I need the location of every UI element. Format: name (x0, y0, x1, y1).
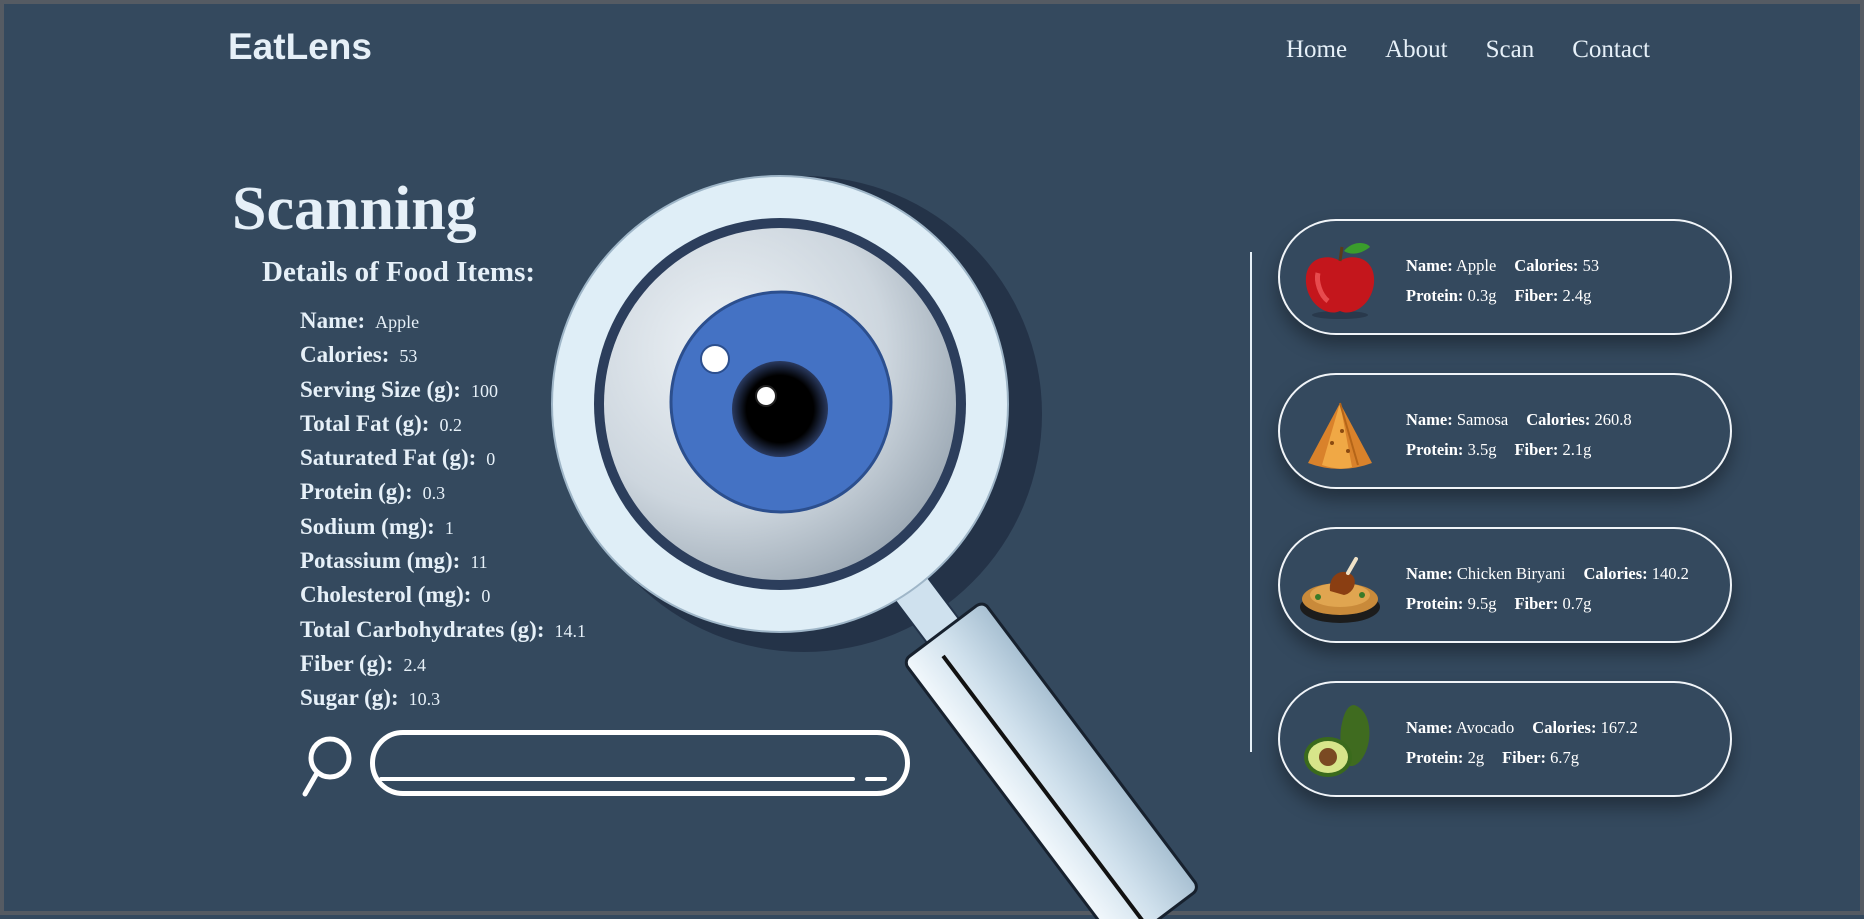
protein-label: Protein: (1406, 594, 1464, 613)
card-name-value: Chicken Biryani (1456, 564, 1566, 583)
detail-label: Name: (300, 308, 366, 333)
nav-scan-link[interactable]: Scan (1486, 36, 1535, 64)
protein-label: Protein: (1406, 286, 1464, 305)
calories-label: Calories: (1532, 718, 1597, 737)
detail-value: 0 (486, 449, 496, 470)
food-card-info: Name: Apple Calories: 53 Protein: 0.3g Fib… (1406, 251, 1599, 311)
apple-icon (1305, 243, 1375, 319)
detail-value: Apple (375, 312, 420, 332)
detail-label: Potassium (mg): (300, 548, 461, 574)
food-card-samosa[interactable]: Name: Samosa Calories: 260.8 Protein: 3.5… (1278, 373, 1732, 489)
calories-label: Calories: (1514, 256, 1579, 275)
page-title: Scanning (232, 175, 477, 243)
detail-label: Protein (g): (300, 479, 413, 505)
name-label: Name: (1406, 718, 1453, 737)
calories-label: Calories: (1583, 564, 1648, 583)
detail-label: Calories: (300, 342, 390, 368)
detail-value: 0.3 (422, 483, 446, 504)
fiber-label: Fiber: (1502, 748, 1547, 767)
calories-label: Calories: (1526, 410, 1591, 429)
card-fiber-value: 2.1g (1562, 440, 1592, 459)
protein-label: Protein: (1406, 748, 1464, 767)
section-subtitle: Details of Food Items: (262, 256, 536, 288)
food-card-info: Name: Samosa Calories: 260.8 Protein: 3.5… (1406, 405, 1632, 465)
card-name-value: Samosa (1456, 410, 1509, 429)
detail-label: Total Carbohydrates (g): (300, 616, 545, 642)
main-nav: Home About Scan Contact (1286, 36, 1650, 64)
avocado-icon (1304, 705, 1370, 777)
detail-value: 2.4 (403, 654, 426, 675)
card-protein-value: 9.5g (1467, 594, 1497, 613)
detail-label: Total Fat (g): (300, 410, 430, 436)
name-label: Name: (1406, 256, 1453, 275)
fiber-label: Fiber: (1514, 594, 1559, 613)
detail-label: Cholesterol (mg): (300, 582, 472, 608)
protein-label: Protein: (1406, 440, 1464, 459)
samosa-icon (1308, 402, 1372, 469)
name-label: Name: (1406, 564, 1453, 583)
card-calories-value: 53 (1582, 256, 1600, 275)
food-card-info: Name: Avocado Calories: 167.2 Protein: 2g… (1406, 713, 1638, 773)
detail-value: 10.3 (408, 689, 441, 710)
food-card-chicken-biryani[interactable]: Name: Chicken Biryani Calories: 140.2 Pro… (1278, 527, 1732, 643)
card-protein-value: 2g (1467, 748, 1485, 767)
biryani-icon (1300, 557, 1380, 623)
card-protein-value: 3.5g (1467, 440, 1497, 459)
food-card-apple[interactable]: Name: Apple Calories: 53 Protein: 0.3g Fib… (1278, 219, 1732, 335)
card-fiber-value: 0.7g (1562, 594, 1592, 613)
brand-logo[interactable]: EatLens (228, 26, 372, 68)
card-fiber-value: 2.4g (1562, 286, 1592, 305)
card-calories-value: 140.2 (1651, 564, 1689, 583)
food-card-avocado[interactable]: Name: Avocado Calories: 167.2 Protein: 2g… (1278, 681, 1732, 797)
name-label: Name: (1406, 410, 1453, 429)
detail-label: Sugar (g): (300, 685, 399, 711)
search-icon[interactable] (300, 736, 352, 798)
card-protein-value: 0.3g (1467, 286, 1497, 305)
vertical-divider (1250, 252, 1252, 752)
nav-home-link[interactable]: Home (1286, 36, 1347, 64)
detail-value: 0.2 (439, 414, 462, 435)
detail-label: Serving Size (g): (300, 376, 461, 402)
card-fiber-value: 6.7g (1550, 748, 1580, 767)
magnifier-eye-illustration (551, 175, 1198, 919)
nav-about-link[interactable]: About (1385, 36, 1448, 64)
detail-label: Sodium (mg): (300, 513, 435, 539)
card-calories-value: 167.2 (1600, 718, 1638, 737)
detail-value: 0 (481, 586, 491, 607)
detail-value: 100 (470, 380, 498, 401)
food-card-info: Name: Chicken Biryani Calories: 140.2 Pro… (1406, 559, 1689, 619)
detail-label: Fiber (g): (300, 650, 394, 676)
card-name-value: Apple (1455, 256, 1497, 275)
fiber-label: Fiber: (1514, 286, 1559, 305)
detail-label: Saturated Fat (g): (300, 445, 477, 471)
card-name-value: Avocado (1455, 718, 1515, 737)
detail-value: 11 (470, 552, 488, 573)
fiber-label: Fiber: (1514, 440, 1559, 459)
detail-value: 1 (444, 517, 454, 538)
card-calories-value: 260.8 (1594, 410, 1632, 429)
detail-value: 53 (399, 346, 418, 367)
nav-contact-link[interactable]: Contact (1572, 36, 1650, 64)
